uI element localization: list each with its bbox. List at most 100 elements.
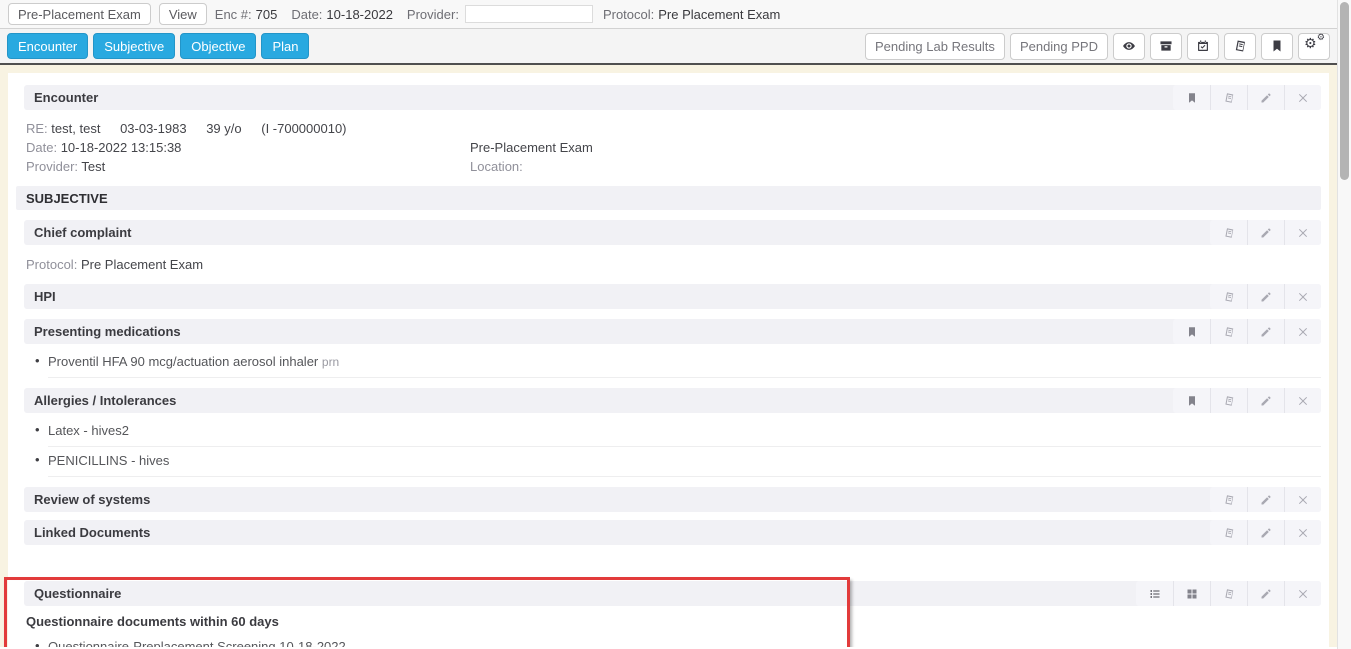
remove-button[interactable] [1284,520,1321,545]
ros-title: Review of systems [34,492,150,507]
bookmark-button[interactable] [1173,388,1210,413]
section-hpi: HPI [24,284,1321,309]
remove-button[interactable] [1284,85,1321,110]
pending-lab-results-button[interactable]: Pending Lab Results [865,33,1005,60]
patient-line: RE: test, test 03-03-1983 39 y/o (I -700… [26,119,1321,138]
book-button[interactable] [1210,487,1247,512]
vertical-scrollbar[interactable] [1337,0,1351,649]
book-icon [1223,527,1235,539]
bookmark-button[interactable] [1261,33,1293,60]
protocol-label: Protocol: [603,7,654,22]
book-icon [1223,326,1235,338]
close-icon [1297,326,1309,338]
book-button[interactable] [1210,388,1247,413]
edit-button[interactable] [1247,85,1284,110]
questionnaire-header-actions [1136,581,1321,606]
grid-view-button[interactable] [1173,581,1210,606]
pending-ppd-button[interactable]: Pending PPD [1010,33,1108,60]
edit-button[interactable] [1247,487,1284,512]
encounter-provider-label: Provider: [26,159,78,174]
pencil-icon [1260,326,1272,338]
eye-button[interactable] [1113,33,1145,60]
gears-button[interactable]: ⚙⚙ [1298,33,1330,60]
linked-documents-header-actions [1210,520,1321,545]
remove-button[interactable] [1284,581,1321,606]
section-chief-complaint: Chief complaint Protocol: Pre Placement … [24,220,1321,276]
nav-subjective-button[interactable]: Subjective [93,33,175,59]
remove-button[interactable] [1284,319,1321,344]
remove-button[interactable] [1284,220,1321,245]
enc-number-label: Enc #: [215,7,252,22]
ros-header-actions [1210,487,1321,512]
edit-button[interactable] [1247,388,1284,413]
encounter-location-label: Location: [470,159,1321,174]
bookmark-icon [1186,395,1198,407]
questionnaire-list: Questionnaire-Preplacement Screening 10-… [24,633,1321,647]
view-button[interactable]: View [159,3,207,25]
remove-button[interactable] [1284,487,1321,512]
close-icon [1297,92,1309,104]
questionnaire-title: Questionnaire [34,586,121,601]
medication-sig: prn [322,355,339,369]
encounter-datetime: 10-18-2022 13:15:38 [61,140,182,155]
allergies-header-actions [1173,388,1321,413]
bookmark-button[interactable] [1173,85,1210,110]
book-button[interactable] [1210,520,1247,545]
provider-input[interactable] [465,5,593,23]
questionnaire-group-heading: Questionnaire documents within 60 days [24,606,1321,629]
linked-documents-title: Linked Documents [34,525,150,540]
main-column: Pre-Placement Exam View Enc #: 705 Date:… [0,0,1337,649]
book-button[interactable] [1210,581,1247,606]
section-linked-documents: Linked Documents [24,520,1321,545]
book-button[interactable] [1210,220,1247,245]
close-icon [1297,227,1309,239]
edit-button[interactable] [1247,319,1284,344]
edit-button[interactable] [1247,581,1284,606]
edit-button[interactable] [1247,520,1284,545]
note-content-area: Encounter RE: test, test 03-03-1983 [0,65,1337,647]
encounter-exam-type: Pre-Placement Exam [470,140,1321,155]
questionnaire-document-link[interactable]: Questionnaire-Preplacement Screening 10-… [48,633,1321,647]
list-view-button[interactable] [1136,581,1173,606]
remove-button[interactable] [1284,284,1321,309]
medications-header: Presenting medications [24,319,1321,344]
nav-plan-button[interactable]: Plan [261,33,309,59]
patient-age: 39 y/o [206,121,241,136]
edit-button[interactable] [1247,284,1284,309]
book-icon [1223,588,1235,600]
exam-type-button[interactable]: Pre-Placement Exam [8,3,151,25]
enc-number-value: 705 [256,7,278,22]
hpi-header: HPI [24,284,1321,309]
eye-icon [1122,39,1136,53]
nav-encounter-button[interactable]: Encounter [7,33,88,59]
section-questionnaire: Questionnaire Questionnaire documents wi… [24,581,1321,647]
cc-protocol-value: Pre Placement Exam [81,257,203,272]
bookmark-icon [1270,39,1284,53]
close-icon [1297,291,1309,303]
medications-list: Proventil HFA 90 mcg/actuation aerosol i… [24,348,1321,382]
edit-button[interactable] [1247,220,1284,245]
toolbar-right-group: Pending Lab Results Pending PPD ⚙⚙ [865,33,1330,60]
medications-title: Presenting medications [34,324,181,339]
calendar-button[interactable] [1187,33,1219,60]
close-icon [1297,588,1309,600]
book-button[interactable] [1224,33,1256,60]
remove-button[interactable] [1284,388,1321,413]
allergies-list: Latex - hives2 PENICILLINS - hives [24,417,1321,481]
bookmark-button[interactable] [1173,319,1210,344]
chief-complaint-title: Chief complaint [34,225,132,240]
book-icon [1233,39,1247,53]
gears-icon: ⚙⚙ [1305,38,1323,54]
book-button[interactable] [1210,284,1247,309]
medication-item: Proventil HFA 90 mcg/actuation aerosol i… [48,348,1321,378]
scrollbar-thumb[interactable] [1340,2,1349,180]
encounter-title: Encounter [34,90,98,105]
archive-button[interactable] [1150,33,1182,60]
nav-objective-button[interactable]: Objective [180,33,256,59]
book-button[interactable] [1210,85,1247,110]
book-button[interactable] [1210,319,1247,344]
provider-label: Provider: [407,7,459,22]
date-value: 10-18-2022 [326,7,393,22]
encounter-provider-row: Provider: Test Location: [26,157,1321,176]
chief-complaint-header-actions [1210,220,1321,245]
